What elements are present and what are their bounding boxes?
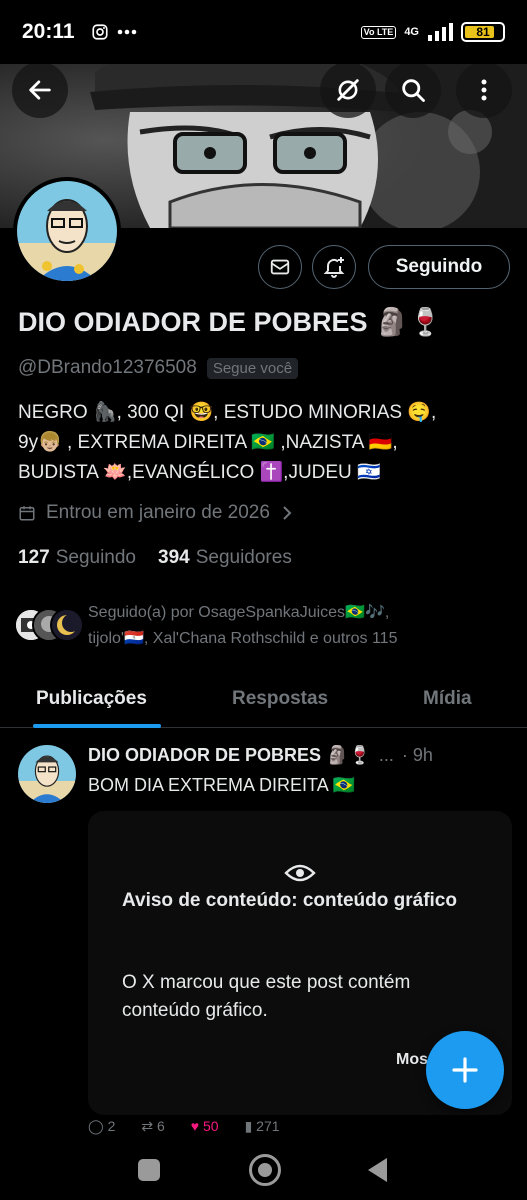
notification-icons	[91, 23, 137, 41]
eye-icon	[284, 864, 316, 882]
search-button[interactable]	[385, 62, 441, 118]
reply-count: 2	[107, 1118, 116, 1134]
followed-by[interactable]: Seguido(a) por OsageSpankaJuices🇧🇷🎶, tij…	[14, 600, 514, 652]
mail-icon	[270, 259, 290, 275]
grok-button[interactable]	[320, 62, 376, 118]
follow-counts: 127 Seguindo 394 Seguidores	[18, 547, 292, 569]
avatar-image	[18, 745, 76, 803]
repost-count: 6	[156, 1118, 165, 1134]
back-nav-button[interactable]	[368, 1158, 387, 1182]
like-count: 50	[202, 1118, 219, 1134]
bio-line: NEGRO 🦍, 300 QI 🤓, ESTUDO MINORIAS 🤤,	[18, 402, 437, 423]
arrow-left-icon	[29, 80, 51, 100]
status-bar: 20:11 Vo LTE 4G 81	[0, 0, 527, 64]
profile-bio: NEGRO 🦍, 300 QI 🤓, ESTUDO MINORIAS 🤤, 9y…	[18, 398, 513, 488]
post-time: · 9h	[401, 745, 433, 765]
profile-handle: @DBrando12376508	[18, 357, 197, 378]
followers-label: Seguidores	[195, 547, 292, 568]
active-tab-indicator	[33, 724, 161, 728]
bell-plus-icon	[323, 257, 345, 278]
instagram-icon	[91, 24, 108, 40]
signal-icon	[428, 23, 453, 41]
followed-by-line: Seguido(a) por OsageSpankaJuices🇧🇷🎶,	[88, 604, 390, 621]
calendar-icon	[19, 506, 35, 521]
following-count: 127	[18, 547, 50, 568]
battery-icon: 81	[461, 22, 505, 42]
grok-icon	[337, 79, 359, 101]
post-text: BOM DIA EXTREMA DIREITA 🇧🇷	[88, 775, 356, 795]
following-label: Seguindo	[55, 547, 136, 568]
follows-you-badge: Segue você	[206, 357, 299, 379]
volte-badge: Vo LTE	[360, 25, 397, 39]
plus-icon	[452, 1057, 478, 1083]
joined-text: Entrou em janeiro de 2026	[46, 502, 270, 523]
system-nav-bar	[0, 1142, 527, 1200]
back-button[interactable]	[12, 62, 68, 118]
tab-replies[interactable]: Respostas	[232, 688, 328, 710]
following-button[interactable]: Seguindo	[368, 245, 510, 289]
notifications-button[interactable]	[312, 245, 356, 289]
followers-count: 394	[158, 547, 190, 568]
compose-button[interactable]	[426, 1031, 504, 1109]
tab-posts[interactable]: Publicações	[36, 688, 147, 710]
post-author-avatar[interactable]	[18, 745, 76, 803]
bio-line: 9y👦🏼 , EXTREMA DIREITA 🇧🇷 ,NAZISTA 🇩🇪,	[18, 432, 398, 453]
post-author-name[interactable]: DIO ODIADOR DE POBRES 🗿🍷	[88, 745, 371, 766]
battery-level: 81	[476, 25, 490, 39]
followed-by-text: Seguido(a) por OsageSpankaJuices🇧🇷🎶, tij…	[88, 600, 397, 652]
bio-line: BUDISTA 🪷,EVANGÉLICO ✝️,JUDEU 🇮🇱	[18, 462, 381, 483]
home-button[interactable]	[249, 1154, 281, 1186]
followed-by-line: tijolo'🇵🇾, Xal'Chana Rothschild e outros…	[88, 630, 398, 647]
more-vertical-icon	[481, 79, 487, 101]
message-button[interactable]	[258, 245, 302, 289]
status-time: 20:11	[22, 20, 75, 43]
post-header: DIO ODIADOR DE POBRES 🗿🍷 ... · 9h	[88, 745, 433, 766]
more-button[interactable]	[456, 62, 512, 118]
avatar-image	[17, 181, 117, 281]
joined-date[interactable]: Entrou em janeiro de 2026	[18, 502, 294, 524]
show-button[interactable]: Mos	[396, 1051, 428, 1069]
warning-title: Aviso de conteúdo: conteúdo gráfico	[122, 890, 457, 911]
recents-button[interactable]	[138, 1159, 160, 1181]
search-icon	[402, 79, 425, 102]
following-link[interactable]: 127 Seguindo	[18, 547, 136, 569]
warning-body: O X marcou que este post contém conteúdo…	[122, 972, 411, 1021]
follower-avatar	[50, 608, 84, 642]
chevron-right-icon	[283, 506, 292, 520]
post-more-dots[interactable]: ...	[379, 745, 394, 766]
tab-media[interactable]: Mídia	[423, 688, 472, 710]
more-notifications-icon	[117, 29, 136, 35]
handle-row: @DBrando12376508 Segue você	[18, 357, 299, 379]
profile-avatar[interactable]	[13, 177, 121, 285]
profile-tabs: Publicações Respostas Mídia	[0, 674, 527, 728]
network-type: 4G	[404, 26, 419, 38]
view-count: 271	[256, 1118, 280, 1134]
profile-display-name: DIO ODIADOR DE POBRES 🗿🍷	[18, 307, 443, 337]
followers-link[interactable]: 394 Seguidores	[158, 547, 292, 569]
